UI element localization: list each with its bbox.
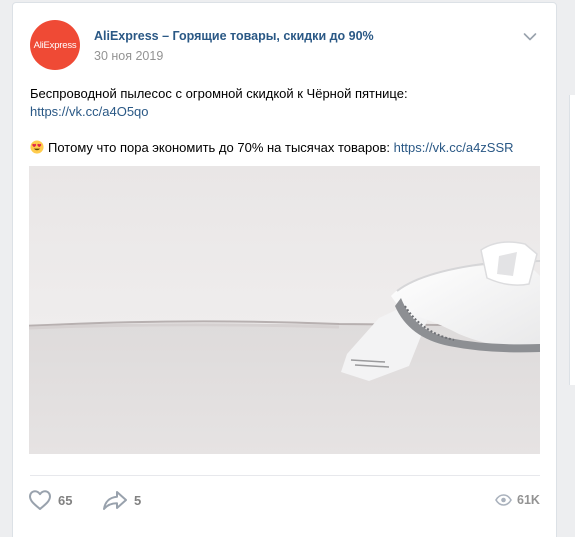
- actions-divider: [30, 475, 540, 476]
- post-text-line-1: Беспроводной пылесос с огромной скидкой …: [30, 86, 408, 101]
- views-counter: 61K: [495, 487, 540, 513]
- chevron-down-icon[interactable]: [523, 32, 537, 42]
- heart-eyes-emoji-icon: [30, 140, 44, 154]
- vacuum-cleaner-image: [29, 166, 540, 454]
- post-author-link[interactable]: AliExpress – Горящие товары, скидки до 9…: [94, 29, 374, 43]
- post-card: AliExpress AliExpress – Горящие товары, …: [12, 2, 557, 537]
- post-video[interactable]: [29, 166, 540, 454]
- adjacent-panel-sliver: [569, 95, 575, 385]
- post-text-line-2-row: Потому что пора экономить до 70% на тыся…: [30, 139, 540, 157]
- share-arrow-icon: [103, 491, 127, 510]
- post-link-1[interactable]: https://vk.cc/a4O5qo: [30, 104, 149, 119]
- avatar[interactable]: AliExpress: [30, 20, 80, 70]
- post-text-line-2: Потому что пора экономить до 70% на тыся…: [48, 140, 390, 155]
- post-date[interactable]: 30 ноя 2019: [94, 49, 163, 63]
- like-count: 65: [58, 492, 73, 508]
- adjacent-panel-edge: [565, 0, 575, 537]
- like-button[interactable]: 65: [28, 487, 72, 513]
- post-link-2[interactable]: https://vk.cc/a4zSSR: [394, 140, 514, 155]
- share-count: 5: [134, 492, 142, 508]
- share-button[interactable]: 5: [102, 487, 141, 513]
- avatar-logo-text: AliExpress: [33, 39, 77, 51]
- eye-icon: [495, 494, 512, 506]
- views-count: 61K: [517, 493, 540, 507]
- post-text: Беспроводной пылесос с огромной скидкой …: [30, 85, 540, 157]
- heart-icon: [29, 490, 51, 510]
